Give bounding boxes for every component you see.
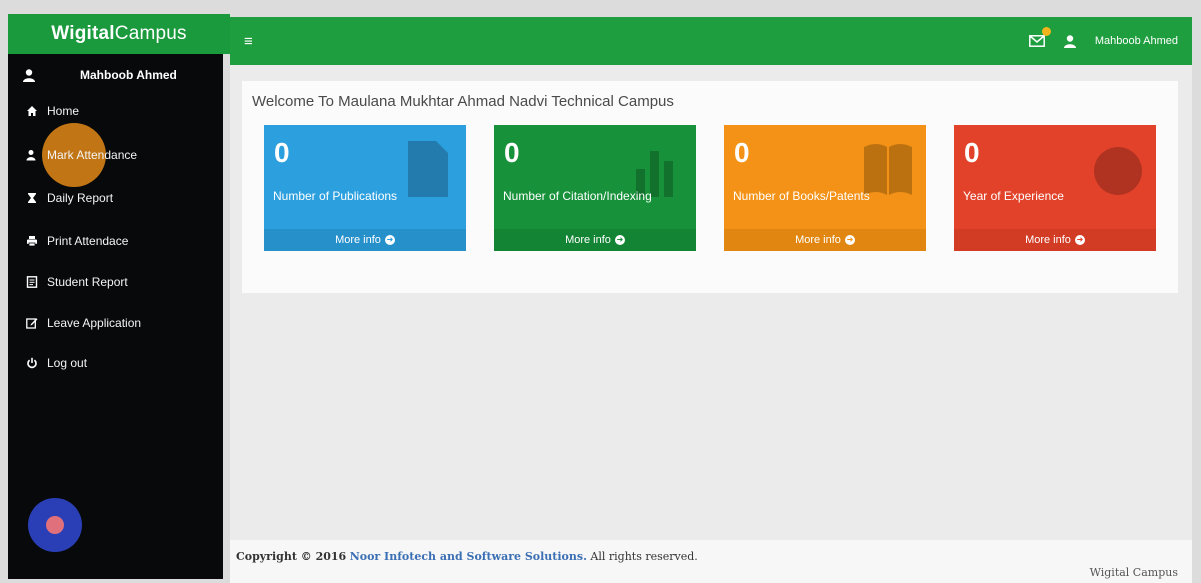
main-content: Welcome To Maulana Mukhtar Ahmad Nadvi T… <box>230 65 1192 565</box>
hourglass-icon <box>28 193 36 203</box>
stat-card-books: 0 Number of Books/Patents More info ➜ <box>724 125 926 251</box>
messages-button[interactable] <box>1028 27 1051 47</box>
report-icon <box>26 276 38 288</box>
stat-card-experience: 0 Year of Experience More info ➜ <box>954 125 1156 251</box>
more-info-link[interactable]: More info ➜ <box>264 229 466 251</box>
document-icon <box>408 141 448 197</box>
top-navbar: ≡ Mahboob Ahmed <box>230 17 1192 65</box>
more-info-link[interactable]: More info ➜ <box>494 229 696 251</box>
navbar-user-name[interactable]: Mahboob Ahmed <box>1095 35 1178 47</box>
more-info-label: More info <box>1025 234 1071 246</box>
avatar <box>23 69 35 82</box>
arrow-circle-right-icon: ➜ <box>384 235 395 245</box>
brand-light: Campus <box>114 23 187 44</box>
print-icon <box>27 236 37 247</box>
app-logo[interactable]: Wigital Campus <box>8 14 230 54</box>
more-info-label: More info <box>335 234 381 246</box>
more-info-label: More info <box>565 234 611 246</box>
brand-bold: Wigital <box>51 23 115 44</box>
stat-value: 0 <box>274 137 290 168</box>
sidebar-item-label: Print Attendace <box>47 234 129 248</box>
user-check-icon <box>26 150 36 161</box>
record-button[interactable] <box>28 498 82 552</box>
user-icon[interactable] <box>1063 34 1077 48</box>
more-info-link[interactable]: More info ➜ <box>954 229 1156 251</box>
sidebar-item-student-report[interactable]: Student Report <box>26 275 128 289</box>
arrow-circle-right-icon: ➜ <box>1074 235 1085 245</box>
sidebar-item-label: Log out <box>47 356 88 370</box>
sidebar-item-print-attendace[interactable]: Print Attendace <box>26 234 128 248</box>
sidebar-item-label: Leave Application <box>47 316 142 330</box>
stat-label: Number of Citation/Indexing <box>503 189 652 203</box>
more-info-label: More info <box>795 234 841 246</box>
stat-value: 0 <box>734 137 750 168</box>
more-info-link[interactable]: More info ➜ <box>724 229 926 251</box>
stat-label: Number of Publications <box>273 189 398 203</box>
envelope-icon <box>1028 35 1045 47</box>
stat-label: Number of Books/Patents <box>733 189 870 203</box>
navbar-right: Mahboob Ahmed <box>1028 27 1178 48</box>
sidebar-item-label: Mark Attendance <box>47 148 138 162</box>
hamburger-icon[interactable]: ≡ <box>244 33 253 50</box>
home-icon <box>27 106 37 116</box>
page-title: Welcome To Maulana Mukhtar Ahmad Nadvi T… <box>252 93 674 110</box>
stat-label: Year of Experience <box>963 189 1064 203</box>
copyright: Copyright © 2016 Noor Infotech and Softw… <box>236 550 698 563</box>
power-icon <box>27 357 37 369</box>
pie-chart-icon <box>1094 147 1142 195</box>
sidebar-item-label: Home <box>47 104 80 118</box>
book-icon <box>864 144 912 195</box>
sidebar-item-label: Daily Report <box>47 191 114 205</box>
sidebar-item-label: Student Report <box>47 275 128 289</box>
sidebar-item-leave-application[interactable]: Leave Application <box>26 316 141 330</box>
rights-text: All rights reserved. <box>590 550 698 563</box>
stat-card-publications: 0 Number of Publications More info ➜ <box>264 125 466 251</box>
dashboard-panel: Welcome To Maulana Mukhtar Ahmad Nadvi T… <box>242 81 1178 293</box>
sidebar-item-mark-attendance[interactable]: Mark Attendance <box>26 148 137 162</box>
sidebar: Mahboob Ahmed Home Mark Attendance Daily… <box>8 54 223 579</box>
sidebar-user-name: Mahboob Ahmed <box>80 68 177 82</box>
copyright-prefix: Copyright © 2016 <box>236 550 347 563</box>
arrow-circle-right-icon: ➜ <box>844 235 855 245</box>
stat-value: 0 <box>504 137 520 168</box>
stat-card-citation: 0 Number of Citation/Indexing More info … <box>494 125 696 251</box>
arrow-circle-right-icon: ➜ <box>614 235 625 245</box>
stat-value: 0 <box>964 137 980 168</box>
sidebar-item-log-out[interactable]: Log out <box>26 356 87 370</box>
edit-icon <box>26 318 38 329</box>
mail-badge <box>1041 27 1051 36</box>
footer-brand: Wigital Campus <box>1089 566 1178 579</box>
record-dot-icon <box>46 516 64 534</box>
sidebar-user-panel: Mahboob Ahmed <box>8 54 223 96</box>
sidebar-item-home[interactable]: Home <box>26 104 79 118</box>
company-link[interactable]: Noor Infotech and Software Solutions. <box>350 550 587 563</box>
page-footer: Copyright © 2016 Noor Infotech and Softw… <box>230 540 1192 583</box>
sidebar-item-daily-report[interactable]: Daily Report <box>26 191 113 205</box>
